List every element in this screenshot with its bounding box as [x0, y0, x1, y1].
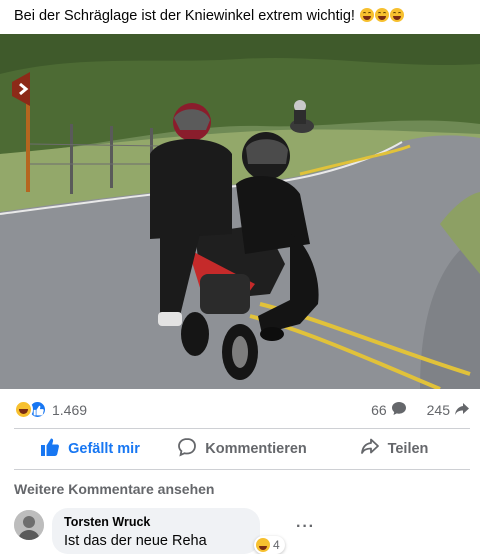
comment-text: Ist das der neue Reha Sport!?: [64, 533, 207, 554]
thumbs-up-icon: [40, 437, 60, 461]
comment-reaction-count: 4: [273, 538, 280, 552]
share-count-icon: [454, 402, 470, 419]
reaction-summary[interactable]: 1.469: [14, 400, 87, 419]
comment-count-icon: [391, 401, 407, 419]
share-button[interactable]: Teilen: [318, 430, 470, 468]
haha-reaction-icon: [14, 400, 33, 419]
laughing-tears-icon: [359, 8, 374, 22]
comment-count[interactable]: 66: [371, 402, 387, 418]
share-count[interactable]: 245: [427, 402, 450, 418]
comment-reaction-badge[interactable]: 4: [254, 536, 285, 554]
comment-button[interactable]: Kommentieren: [166, 430, 318, 468]
comment-icon: [177, 437, 197, 461]
post-text: Bei der Schräglage ist der Kniewinkel ex…: [14, 6, 470, 26]
view-more-comments-link[interactable]: Weitere Kommentare ansehen: [14, 481, 214, 497]
like-button[interactable]: Gefällt mir: [14, 430, 166, 468]
haha-reaction-icon: [256, 538, 270, 552]
comment-bubble: Torsten Wruck Ist das der neue Reha Spor…: [52, 508, 260, 554]
post-stats: 1.469 66 245: [14, 398, 470, 420]
divider: [14, 428, 470, 429]
comment-author[interactable]: Torsten Wruck: [64, 515, 248, 530]
post-caption: Bei der Schräglage ist der Kniewinkel ex…: [14, 8, 355, 24]
post-photo[interactable]: [0, 34, 480, 389]
like-label: Gefällt mir: [68, 441, 140, 457]
laughing-tears-icon: [374, 8, 389, 22]
more-options-button[interactable]: ···: [296, 518, 315, 536]
share-label: Teilen: [387, 441, 429, 457]
reaction-count[interactable]: 1.469: [52, 402, 87, 418]
avatar[interactable]: [14, 510, 44, 540]
divider: [14, 469, 470, 470]
laughing-tears-icon: [389, 8, 404, 22]
action-bar: Gefällt mir Kommentieren Teilen: [14, 430, 470, 468]
share-icon: [360, 437, 380, 461]
motorcycle-photo: [0, 34, 480, 389]
comment-label: Kommentieren: [205, 441, 307, 457]
